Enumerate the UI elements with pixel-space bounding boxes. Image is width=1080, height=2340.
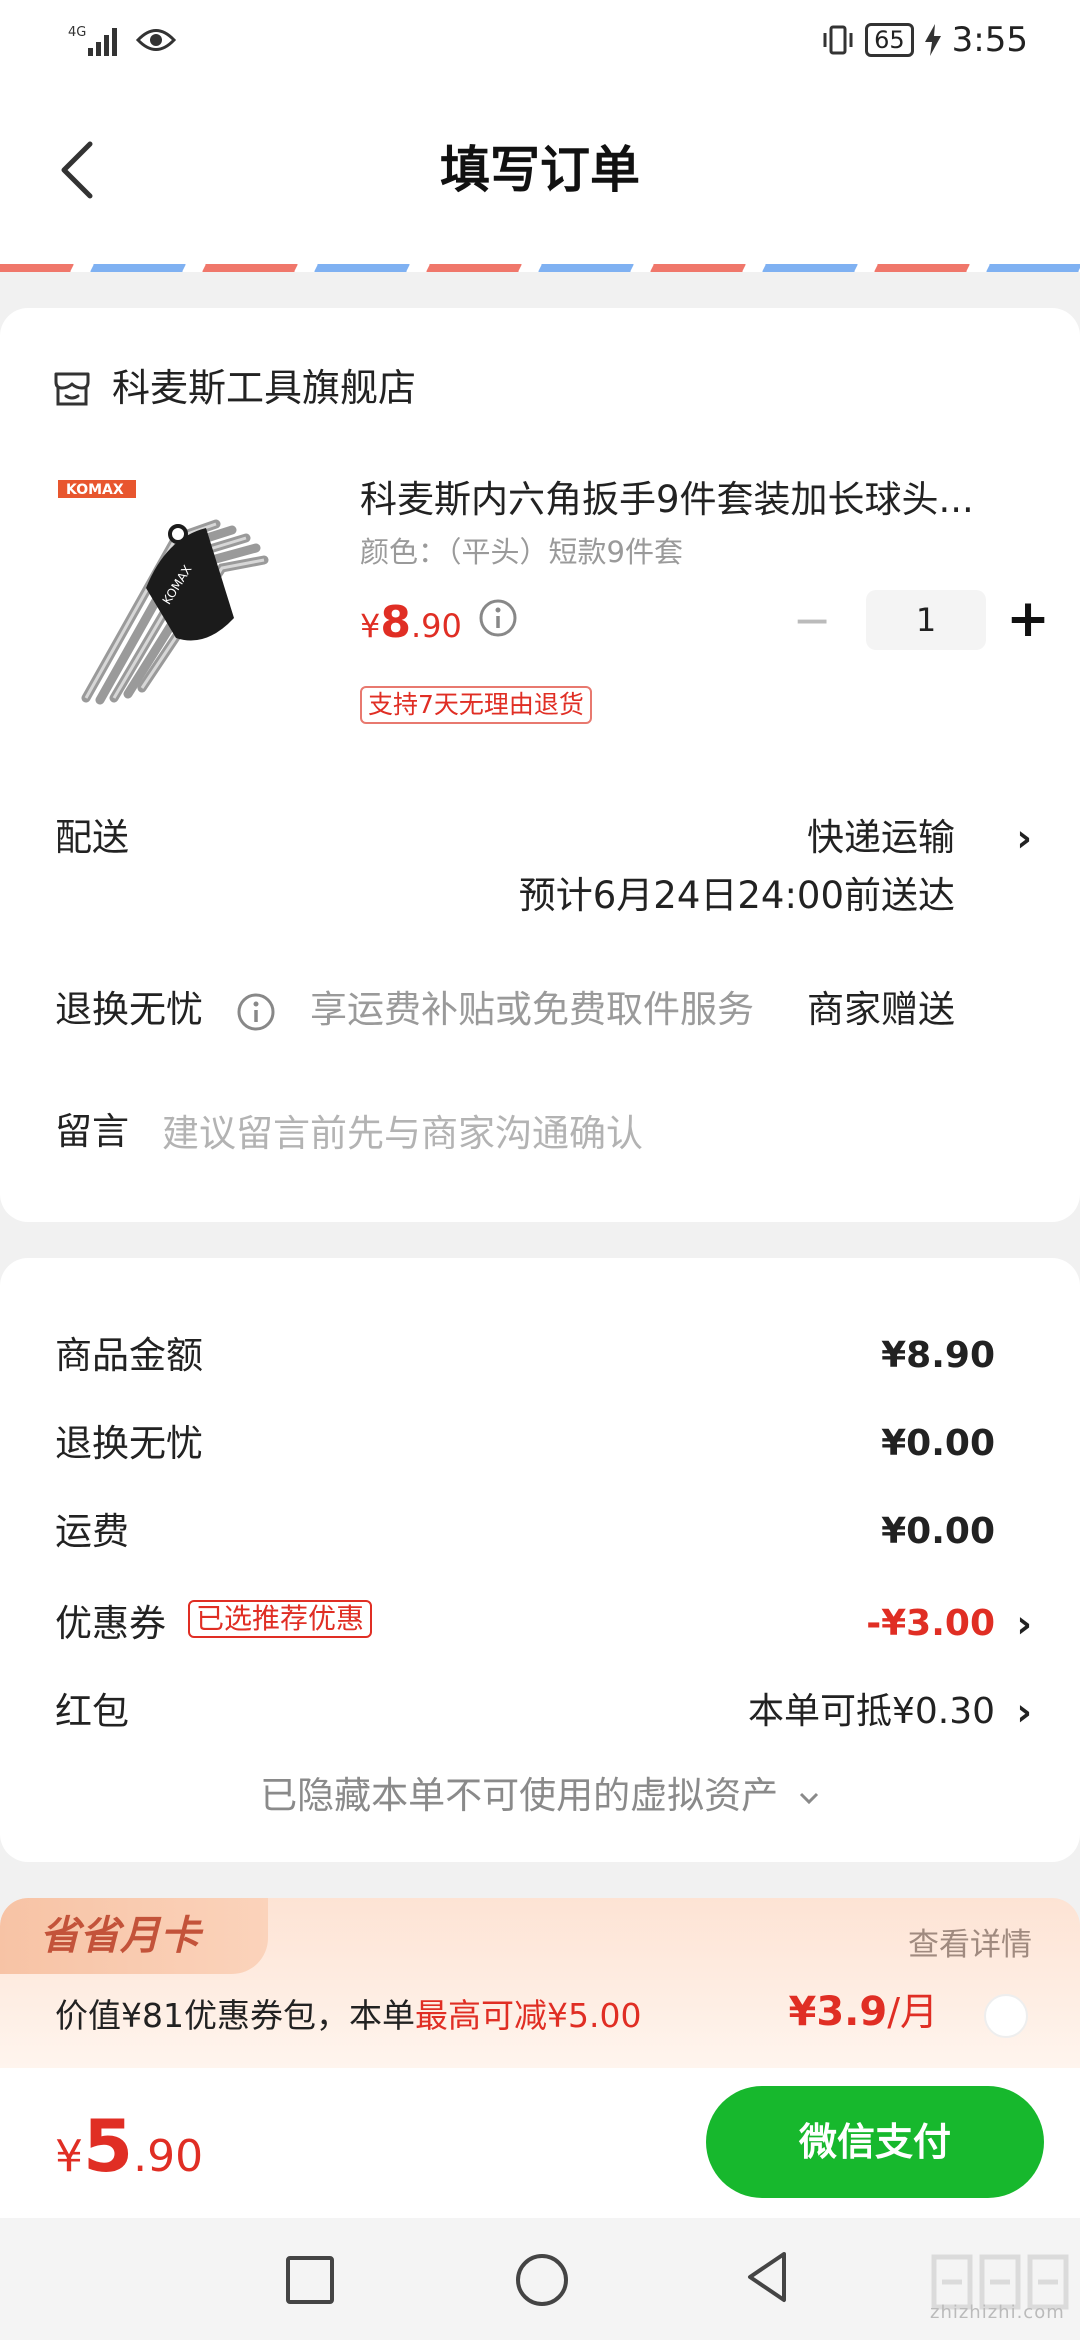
price-summary-card: 商品金额 ¥8.90 退换无忧 ¥0.00 运费 ¥0.00 优惠券 已选推荐优… xyxy=(0,1258,1080,1862)
product-image[interactable]: KOMAX KOMAX xyxy=(56,468,306,718)
goods-amount-value: ¥8.90 xyxy=(881,1335,995,1376)
page-title: 填写订单 xyxy=(440,141,640,199)
checkout-bar: ¥5.90 微信支付 xyxy=(0,2068,1080,2218)
hex-key-set-image: KOMAX KOMAX xyxy=(58,480,269,705)
svg-text:KOMAX: KOMAX xyxy=(66,482,124,498)
status-left: 4G xyxy=(68,22,176,58)
monthly-card-badge-text: 省省月卡 xyxy=(40,1913,200,1959)
product-price: ¥8.90 xyxy=(360,597,462,648)
system-nav-bar: zhizhizhi.com xyxy=(0,2218,1080,2340)
return-fee-value: ¥0.00 xyxy=(881,1423,995,1464)
watermark-text: zhizhizhi.com xyxy=(930,2302,1065,2323)
recents-button[interactable] xyxy=(286,2256,334,2304)
return-fee-label: 退换无忧 xyxy=(55,1422,203,1465)
message-label: 留言 xyxy=(55,1110,129,1153)
chevron-down-icon xyxy=(799,1792,818,1804)
message-input[interactable] xyxy=(160,1104,1004,1162)
monthly-card-price: ¥3.9/月 xyxy=(788,1989,938,2035)
home-button[interactable] xyxy=(516,2254,568,2306)
return-service-label: 退换无忧 xyxy=(55,988,203,1031)
chevron-right-icon[interactable]: › xyxy=(1016,1596,1032,1652)
svg-text:4G: 4G xyxy=(68,25,86,40)
monthly-card-promo: 省省月卡 查看详情 价值¥81优惠券包，本单最高可减¥5.00 ¥3.9/月 xyxy=(0,1898,1080,2068)
decrease-button[interactable]: − xyxy=(790,590,834,650)
quantity-value[interactable]: 1 xyxy=(866,590,986,650)
chevron-right-icon[interactable]: › xyxy=(1016,810,1032,866)
freight-label: 运费 xyxy=(55,1510,129,1553)
nav-back-button[interactable] xyxy=(744,2250,790,2304)
coupon-label: 优惠券 xyxy=(55,1602,166,1645)
charging-icon xyxy=(924,24,941,56)
monthly-card-details-link[interactable]: 查看详情 xyxy=(908,1920,1032,1970)
return-policy-tag: 支持7天无理由退货 xyxy=(360,686,592,724)
eye-icon xyxy=(136,29,176,51)
clock: 3:55 xyxy=(951,20,1028,60)
hidden-assets-toggle[interactable]: 已隐藏本单不可使用的虚拟资产 xyxy=(0,1768,1080,1824)
airmail-divider xyxy=(0,250,1080,272)
shipping-eta: 预计6月24日24:00前送达 xyxy=(518,874,955,917)
quantity-stepper: − 1 + xyxy=(790,590,1050,650)
info-icon[interactable] xyxy=(236,992,276,1032)
goods-amount-label: 商品金额 xyxy=(55,1334,203,1377)
freight-value: ¥0.00 xyxy=(881,1511,995,1552)
return-service-desc: 享运费补贴或免费取件服务 xyxy=(310,988,754,1031)
coupon-tag: 已选推荐优惠 xyxy=(188,1600,373,1638)
red-packet-label: 红包 xyxy=(55,1690,129,1733)
shipping-method[interactable]: 快递运输 xyxy=(807,810,955,866)
shipping-label: 配送 xyxy=(55,816,129,859)
monthly-card-radio[interactable] xyxy=(984,1994,1028,2038)
status-right: 65 3:55 xyxy=(821,20,1028,60)
product-title[interactable]: 科麦斯内六角扳手9件套装加长球头... xyxy=(360,474,974,526)
order-card: 科麦斯工具旗舰店 KOMAX KOMAX 科麦斯内六角扳手9件套装加长球头...… xyxy=(0,308,1080,1222)
coupon-value[interactable]: -¥3.00 xyxy=(866,1596,995,1652)
shop-name[interactable]: 科麦斯工具旗舰店 xyxy=(112,360,416,416)
header: 填写订单 xyxy=(0,90,1080,250)
battery-icon: 65 xyxy=(865,23,914,57)
total-price: ¥5.90 xyxy=(55,2104,204,2188)
increase-button[interactable]: + xyxy=(1006,590,1050,650)
info-icon[interactable] xyxy=(478,598,518,638)
status-bar: 4G 65 3:55 xyxy=(0,0,1080,90)
return-service-value: 商家赠送 xyxy=(807,988,955,1031)
store-icon xyxy=(54,372,90,406)
chevron-right-icon[interactable]: › xyxy=(1016,1684,1032,1740)
vibrate-icon xyxy=(823,25,853,55)
monthly-card-desc: 价值¥81优惠券包，本单最高可减¥5.00 xyxy=(55,1996,642,2035)
wechat-pay-button[interactable]: 微信支付 xyxy=(706,2086,1044,2198)
signal-icon: 4G xyxy=(68,25,117,56)
product-spec[interactable]: 颜色：（平头）短款9件套 xyxy=(360,530,683,574)
red-packet-value[interactable]: 本单可抵¥0.30 xyxy=(748,1684,995,1740)
